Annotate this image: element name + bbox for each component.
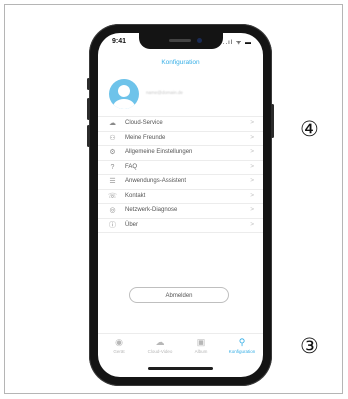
tab-label: Konfiguration (228, 349, 256, 354)
chevron-right-icon: > (250, 177, 254, 184)
status-icons: ..ıl ᯤ ▬ (222, 40, 252, 46)
profile-section[interactable]: name@domain.de (98, 77, 263, 115)
chevron-right-icon: > (250, 133, 254, 141)
menu-item-label: Netzwerk-Diagnose (125, 207, 178, 213)
front-camera (197, 38, 202, 43)
status-time: 9:41 (112, 38, 127, 45)
menu-item-general-settings[interactable]: ⚙ Allgemeine Einstellungen > (98, 146, 263, 161)
person-icon: ⚲ (238, 337, 246, 347)
info-icon: ⓘ (109, 221, 116, 229)
image-icon: ▣ (196, 337, 206, 347)
logout-button[interactable]: Abmelden (129, 287, 229, 303)
tab-cloud-video[interactable]: ☁ Cloud-Video (140, 337, 180, 354)
menu-item-label: Meine Freunde (125, 134, 166, 141)
chevron-right-icon: > (250, 206, 254, 213)
chevron-right-icon: > (250, 220, 254, 228)
menu-item-label: Cloud-Service (125, 120, 163, 126)
mute-switch (87, 78, 90, 90)
home-indicator (148, 367, 213, 370)
network-icon: ◎ (109, 207, 116, 214)
speaker-grille (169, 39, 191, 42)
callout-number-4: ④ (300, 117, 319, 141)
avatar-head-shape (118, 85, 130, 97)
callout-number-3: ③ (300, 334, 319, 358)
menu-item-label: Kontakt (125, 192, 146, 199)
tab-label: Cloud-Video (147, 349, 173, 354)
cloud-icon: ☁ (109, 120, 116, 127)
chevron-right-icon: > (250, 119, 254, 126)
chevron-right-icon: > (250, 162, 254, 170)
menu-item-cloud-service[interactable]: ☁ Cloud-Service > (98, 117, 263, 132)
volume-up-button (87, 98, 90, 120)
menu-item-label: Über (125, 221, 139, 228)
settings-menu: ☁ Cloud-Service > ⚇ Meine Freunde > ⚙ Al… (98, 116, 263, 233)
list-icon: ☰ (109, 178, 116, 185)
account-email: name@domain.de (146, 90, 183, 95)
volume-down-button (87, 125, 90, 147)
tab-label: Gerät (113, 349, 125, 354)
page-title: Konfiguration (161, 59, 200, 66)
phone-mockup: 9:41 ..ıl ᯤ ▬ Konfiguration name@domain.… (87, 24, 274, 386)
avatar[interactable] (109, 79, 139, 109)
menu-item-label: Allgemeine Einstellungen (125, 149, 193, 155)
menu-item-app-assistant[interactable]: ☰ Anwendungs-Assistent > (98, 175, 263, 190)
menu-item-network-diagnosis[interactable]: ◎ Netzwerk-Diagnose > (98, 204, 263, 219)
phone-screen: 9:41 ..ıl ᯤ ▬ Konfiguration name@domain.… (98, 33, 263, 377)
person-icon: ⚇ (109, 134, 116, 142)
bottom-tab-bar: ◉ Gerät ☁ Cloud-Video ▣ Album ⚲ Konfigur… (98, 333, 263, 362)
menu-item-faq[interactable]: ? FAQ > (98, 161, 263, 175)
headset-icon: ☏ (108, 192, 117, 200)
tab-configuration[interactable]: ⚲ Konfiguration (222, 337, 262, 354)
chevron-right-icon: > (250, 191, 254, 199)
chevron-right-icon: > (250, 148, 254, 155)
cloud-icon: ☁ (155, 337, 165, 347)
tab-device[interactable]: ◉ Gerät (99, 337, 139, 354)
menu-item-about[interactable]: ⓘ Über > (98, 219, 263, 233)
camera-icon: ◉ (115, 337, 123, 347)
tab-label: Album (194, 349, 208, 354)
menu-item-friends[interactable]: ⚇ Meine Freunde > (98, 132, 263, 146)
tab-album[interactable]: ▣ Album (181, 337, 221, 354)
gear-icon: ⚙ (109, 149, 116, 156)
avatar-body-shape (113, 99, 135, 109)
menu-item-contact[interactable]: ☏ Kontakt > (98, 190, 263, 204)
question-icon: ? (110, 163, 115, 171)
menu-item-label: Anwendungs-Assistent (125, 178, 187, 184)
phone-notch (139, 33, 223, 49)
power-button (271, 104, 274, 138)
menu-item-label: FAQ (125, 163, 138, 170)
